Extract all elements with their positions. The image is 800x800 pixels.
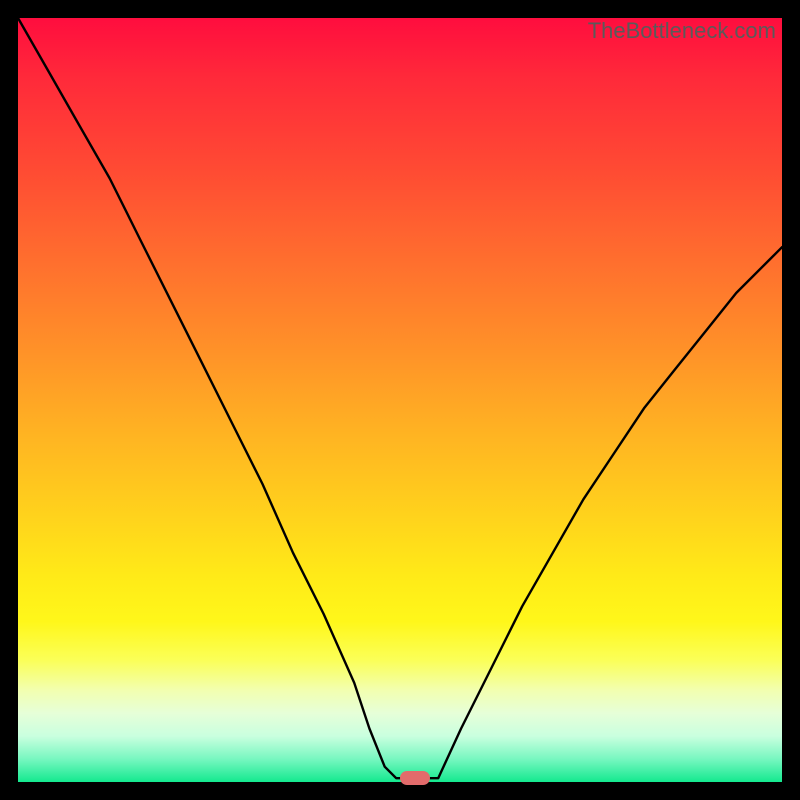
- bottleneck-marker: [400, 771, 430, 785]
- chart-frame: TheBottleneck.com: [0, 0, 800, 800]
- curve-path: [18, 18, 782, 778]
- bottleneck-curve: [18, 18, 782, 782]
- plot-area: TheBottleneck.com: [18, 18, 782, 782]
